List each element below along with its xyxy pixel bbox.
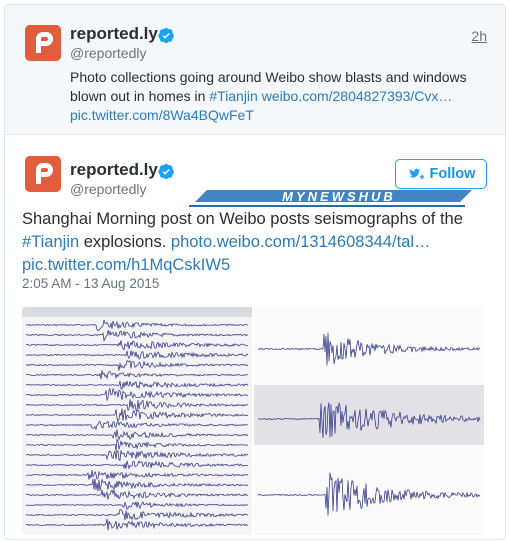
tweet-text: Shanghai Morning post on Weibo posts sei… (22, 208, 492, 277)
reportedly-logo-icon (25, 25, 61, 61)
seismograph-image-right[interactable] (254, 307, 484, 535)
tweet-text-line: blown out in homes in #Tianjin weibo.com… (70, 87, 495, 106)
bird-plus-icon (408, 168, 424, 180)
pic-link[interactable]: pic.twitter.com/h1MqCskIW5 (22, 256, 230, 274)
seismograph-band (254, 385, 484, 445)
weibo-photo-link[interactable]: photo.weibo.com/1314608344/tal… (171, 233, 431, 251)
author-name[interactable]: reported.ly (70, 160, 158, 180)
follow-button[interactable]: Follow (395, 159, 487, 189)
author-handle[interactable]: @reportedly (70, 45, 146, 61)
watermark-text: MYNEWSHUB (282, 189, 396, 204)
tweet-text-fragment: blown out in homes in (70, 88, 210, 104)
author-name[interactable]: reported.ly (70, 24, 158, 44)
hashtag-link[interactable]: #Tianjin (209, 88, 258, 104)
seismograph-toolbar (22, 307, 252, 317)
reportedly-avatar[interactable] (25, 25, 61, 61)
mynewshub-watermark: MYNEWSHUB (189, 189, 472, 207)
verified-badge-icon (158, 163, 174, 180)
tweet-text-line: Photo collections going around Weibo sho… (70, 69, 467, 85)
tweet-text: Photo collections going around Weibo sho… (70, 68, 495, 125)
tweet-text-line: #Tianjin explosions. photo.weibo.com/131… (22, 231, 492, 254)
seismograph-image-left[interactable] (22, 307, 252, 535)
main-tweet: reported.ly @reportedly Follow MYNEWSHUB… (4, 134, 506, 540)
seismograph-background (22, 307, 252, 535)
tweet-time-ago[interactable]: 2h (471, 28, 487, 44)
parent-tweet[interactable]: reported.ly @reportedly 2h Photo collect… (4, 4, 506, 135)
tweet-media[interactable] (22, 307, 484, 535)
hashtag-link[interactable]: #Tianjin (22, 233, 79, 251)
verified-badge-icon (158, 27, 174, 44)
weibo-link[interactable]: weibo.com/2804827393/Cvx… (262, 88, 453, 104)
tweet-text-fragment: explosions. (79, 233, 171, 251)
tweet-text-line: Shanghai Morning post on Weibo posts sei… (22, 210, 463, 228)
reportedly-avatar[interactable] (25, 156, 61, 192)
pic-link[interactable]: pic.twitter.com/8Wa4BQwFeT (70, 107, 254, 123)
reportedly-logo-icon (25, 156, 61, 192)
author-handle[interactable]: @reportedly (70, 181, 146, 197)
tweet-timestamp[interactable]: 2:05 AM - 13 Aug 2015 (22, 276, 159, 291)
follow-label: Follow (429, 166, 476, 182)
